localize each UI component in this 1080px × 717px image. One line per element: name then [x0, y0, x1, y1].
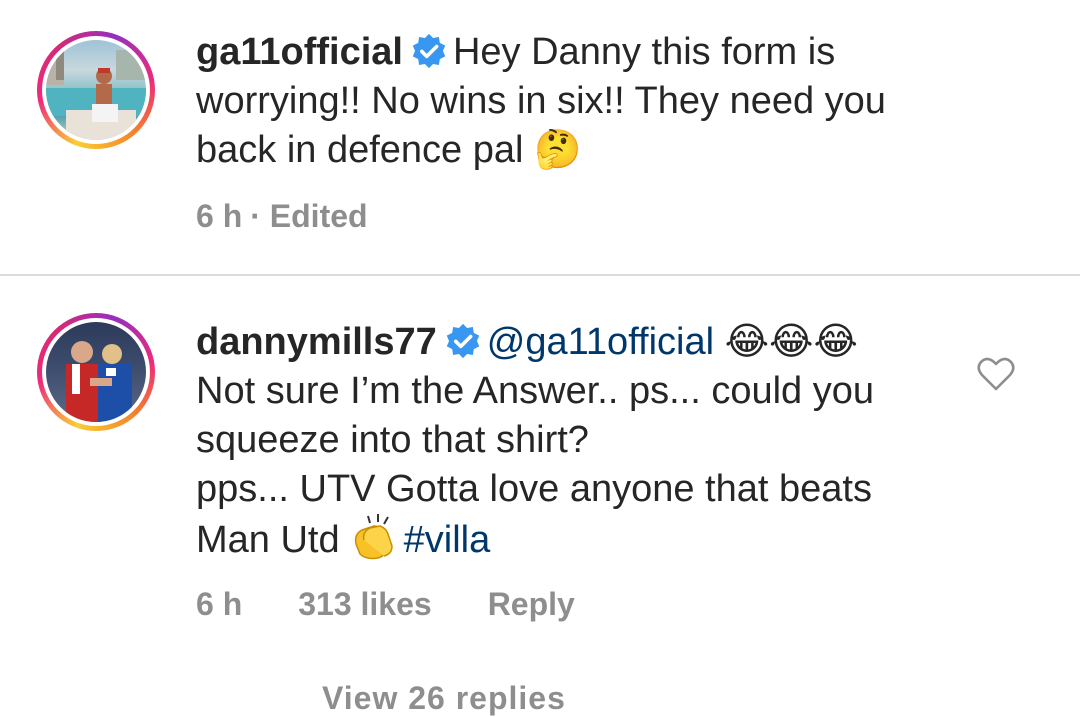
- mention-link[interactable]: @ga11official: [487, 321, 714, 363]
- edited-label: · Edited: [250, 198, 368, 234]
- comment-body-line: Hey Danny this form is: [452, 31, 836, 73]
- avatar-ga11official[interactable]: [37, 31, 155, 149]
- likes-count[interactable]: 313 likes: [298, 586, 431, 622]
- comment-body-text: Man Utd: [196, 519, 340, 561]
- comment-body-line: Not sure I’m the Answer.. ps... could yo…: [196, 370, 874, 412]
- comment-line-1: ga11official Hey Danny this form is: [196, 28, 886, 77]
- comment-body-line: back in defence pal 🤔: [196, 129, 582, 171]
- verified-badge-icon: [412, 33, 446, 69]
- avatar-image: [46, 40, 146, 140]
- comment-line-5: Man Utd #villa: [196, 514, 874, 565]
- avatar-dannymills77[interactable]: [37, 313, 155, 431]
- comment-line-1: dannymills77 @ga11official 😂😂😂: [196, 318, 874, 367]
- heart-outline-icon[interactable]: [976, 354, 1016, 394]
- laughing-emoji: 😂😂😂: [724, 321, 858, 363]
- comment-item: dannymills77 @ga11official 😂😂😂 Not sure I…: [0, 276, 1080, 696]
- timestamp: 6 h: [196, 586, 243, 622]
- reply-button[interactable]: Reply: [488, 586, 575, 622]
- username[interactable]: ga11official: [196, 31, 403, 73]
- comment-meta: 6 h 313 likes Reply: [196, 586, 631, 623]
- comment-body-line: squeeze into that shirt?: [196, 419, 589, 461]
- hashtag-link[interactable]: #villa: [404, 519, 491, 561]
- timestamp: 6 h: [196, 198, 243, 234]
- avatar-photo-graphic: [46, 40, 146, 140]
- clapping-hands-icon: [354, 514, 393, 560]
- comment-body-line: worrying!! No wins in six!! They need yo…: [196, 80, 886, 122]
- comment-body-line: pps... UTV Gotta love anyone that beats: [196, 468, 872, 510]
- avatar-image: [46, 322, 146, 422]
- comment-item: ga11official Hey Danny this form is worry…: [0, 0, 1080, 274]
- verified-badge-icon: [446, 323, 479, 359]
- avatar-border: [42, 318, 150, 426]
- comment-text: dannymills77 @ga11official 😂😂😂 Not sure I…: [196, 318, 874, 565]
- username[interactable]: dannymills77: [196, 321, 437, 363]
- comment-text: ga11official Hey Danny this form is worry…: [196, 28, 886, 175]
- comment-meta: 6 h · Edited: [196, 198, 424, 235]
- avatar-photo-graphic: [66, 341, 132, 422]
- avatar-border: [42, 36, 150, 144]
